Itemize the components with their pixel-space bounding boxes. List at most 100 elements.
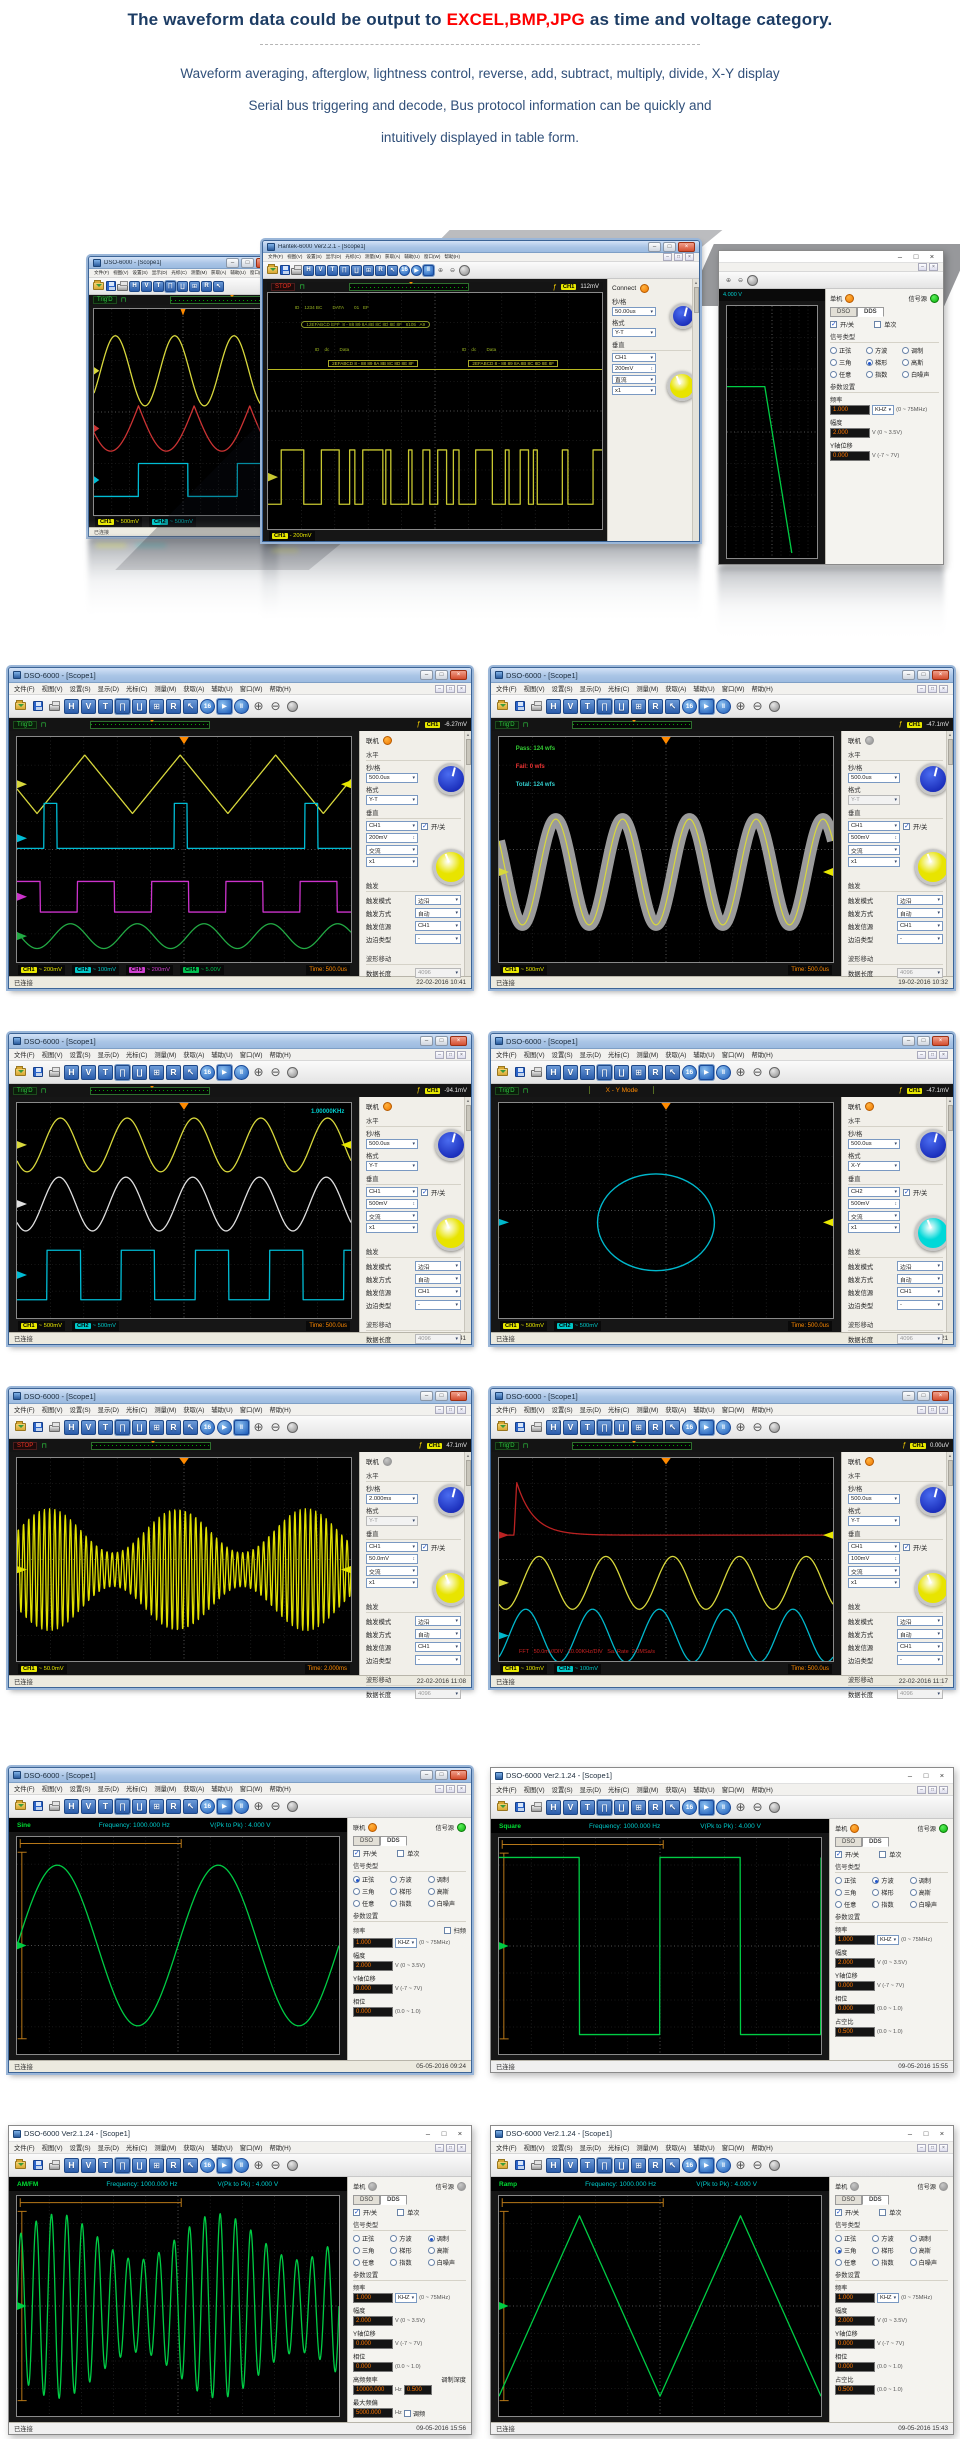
mdi-minimize-button[interactable]: – bbox=[435, 1785, 444, 1793]
ref-wave-icon[interactable]: R bbox=[648, 1420, 663, 1435]
mdi-minimize-button[interactable]: – bbox=[435, 1051, 444, 1059]
zoom-in-icon[interactable]: ⊕ bbox=[251, 699, 266, 714]
menu-item[interactable]: 光标(C) bbox=[608, 684, 629, 693]
play-icon[interactable]: ▶ bbox=[699, 2158, 714, 2173]
cursor-icon[interactable]: ↖ bbox=[183, 1420, 198, 1435]
play-icon[interactable]: ▶ bbox=[217, 699, 232, 714]
maximize-button[interactable]: □ bbox=[909, 252, 923, 262]
duty-value-field[interactable]: 0.500 bbox=[835, 2027, 875, 2037]
channel-badge[interactable]: CH1~ 500mV bbox=[18, 1321, 65, 1331]
output-on-checkbox[interactable] bbox=[830, 321, 837, 328]
radio-button[interactable] bbox=[390, 2259, 397, 2266]
probe-select[interactable]: x1 bbox=[612, 386, 656, 395]
menu-item[interactable]: 视图(V) bbox=[113, 270, 128, 276]
waveform-plot[interactable] bbox=[498, 2195, 822, 2417]
pause-icon[interactable]: ‖ bbox=[716, 699, 731, 714]
menu-item[interactable]: 辅助(U) bbox=[230, 270, 246, 276]
trigger-setup-icon[interactable]: T bbox=[580, 1800, 595, 1815]
horizontal-knob[interactable] bbox=[917, 1484, 949, 1516]
mdi-close-button[interactable]: × bbox=[929, 263, 938, 271]
network-icon[interactable] bbox=[767, 1800, 782, 1815]
waveform-preview-scrollbar[interactable] bbox=[572, 721, 692, 729]
mdi-restore-button[interactable]: □ bbox=[928, 1786, 937, 1794]
menu-item[interactable]: 测量(M) bbox=[365, 254, 381, 260]
menu-item[interactable]: 光标(C) bbox=[608, 1785, 629, 1794]
menu-item[interactable]: 文件(F) bbox=[14, 1784, 35, 1793]
coupling-select[interactable]: 交流 bbox=[848, 845, 900, 855]
trigger-sweep-select[interactable]: 自动 bbox=[897, 1629, 943, 1639]
fit-screen-icon[interactable]: ⊞ bbox=[189, 281, 200, 292]
radio-option[interactable]: 白噪声 bbox=[910, 2258, 947, 2267]
ref-wave-icon[interactable]: R bbox=[648, 2158, 663, 2173]
radio-option[interactable]: 三角 bbox=[830, 358, 866, 367]
menu-item[interactable]: 显示(D) bbox=[580, 1405, 601, 1414]
radio-option[interactable]: 任意 bbox=[353, 1899, 390, 1908]
vertical-setup-icon[interactable]: V bbox=[563, 1800, 578, 1815]
radio-button[interactable] bbox=[910, 2259, 917, 2266]
menu-item[interactable]: 显示(D) bbox=[98, 2143, 119, 2152]
menu-item[interactable]: 帮助(H) bbox=[751, 2143, 772, 2152]
radio-option[interactable]: 高斯 bbox=[902, 358, 938, 367]
sweep-checkbox[interactable] bbox=[444, 1927, 451, 1934]
minimize-button[interactable]: – bbox=[903, 1771, 917, 1781]
radio-button[interactable] bbox=[390, 1876, 397, 1883]
minimize-button[interactable]: – bbox=[648, 242, 661, 252]
zoom-out-icon[interactable]: ⊖ bbox=[750, 2158, 765, 2173]
data-length-value[interactable]: 4096 bbox=[415, 1689, 461, 1699]
cursor-icon[interactable]: ↖ bbox=[183, 2158, 198, 2173]
waveform-preview-scrollbar[interactable] bbox=[90, 721, 210, 729]
menu-item[interactable]: 光标(C) bbox=[126, 1405, 147, 1414]
waveform-preview-scrollbar[interactable] bbox=[572, 1442, 692, 1450]
print-icon[interactable] bbox=[529, 699, 544, 714]
zoom-out-icon[interactable]: ⊖ bbox=[735, 275, 746, 286]
open-icon[interactable] bbox=[495, 1420, 510, 1435]
menu-item[interactable]: 光标(C) bbox=[171, 270, 187, 276]
minimize-button[interactable]: – bbox=[902, 670, 915, 680]
radio-button[interactable] bbox=[390, 2247, 397, 2254]
menu-item[interactable]: 测量(M) bbox=[191, 270, 207, 276]
trigger-mode-select[interactable]: 边沿 bbox=[897, 895, 943, 905]
sec-div-select[interactable]: 500.0us bbox=[848, 1494, 900, 1504]
menu-item[interactable]: 获取(A) bbox=[665, 1785, 686, 1794]
print-icon[interactable] bbox=[291, 265, 302, 276]
zoom-out-icon[interactable]: ⊖ bbox=[750, 699, 765, 714]
freq-unit-select[interactable]: KHZ bbox=[877, 2293, 899, 2303]
tab-dds[interactable]: DDS bbox=[862, 2195, 889, 2205]
fall-edge-icon[interactable]: ∐ bbox=[351, 265, 362, 276]
maximize-button[interactable]: □ bbox=[437, 2129, 451, 2139]
waveform-preview-scrollbar[interactable] bbox=[349, 283, 469, 291]
radio-button[interactable] bbox=[353, 1876, 360, 1883]
probe-select[interactable]: x1 bbox=[848, 1578, 900, 1588]
horizontal-setup-icon[interactable]: H bbox=[546, 1420, 561, 1435]
vertical-scale-spinner[interactable]: 200mV bbox=[612, 364, 656, 373]
freq-value-field[interactable]: 1.000 bbox=[353, 1938, 393, 1948]
menu-item[interactable]: 光标(C) bbox=[126, 684, 147, 693]
vertical-setup-icon[interactable]: V bbox=[141, 281, 152, 292]
format-select[interactable]: Y-T bbox=[366, 1516, 418, 1526]
trigger-sweep-select[interactable]: 自动 bbox=[415, 1274, 461, 1284]
fall-edge-icon[interactable]: ∐ bbox=[614, 699, 629, 714]
trigger-source-select[interactable]: CH1 bbox=[897, 1642, 943, 1652]
open-icon[interactable] bbox=[93, 281, 104, 292]
rise-edge-icon[interactable]: ∏ bbox=[597, 1420, 612, 1435]
radio-button[interactable] bbox=[428, 1900, 435, 1907]
cursor-icon[interactable]: ↖ bbox=[665, 699, 680, 714]
probe-select[interactable]: x1 bbox=[366, 1223, 418, 1233]
menu-item[interactable]: 视图(V) bbox=[42, 1405, 63, 1414]
mdi-minimize-button[interactable]: – bbox=[435, 685, 444, 693]
pause-icon[interactable]: ‖ bbox=[234, 699, 249, 714]
radio-option[interactable]: 方波 bbox=[872, 1876, 909, 1885]
menu-item[interactable]: 辅助(U) bbox=[693, 1050, 714, 1059]
ref-wave-icon[interactable]: R bbox=[166, 1065, 181, 1080]
play-icon[interactable]: ▶ bbox=[217, 1799, 232, 1814]
network-icon[interactable] bbox=[767, 2158, 782, 2173]
radio-button[interactable] bbox=[910, 1889, 917, 1896]
save-icon[interactable] bbox=[512, 699, 527, 714]
menu-item[interactable]: 窗口(W) bbox=[240, 1784, 263, 1793]
menu-item[interactable]: 测量(M) bbox=[154, 1405, 176, 1414]
panel-scrollbar[interactable] bbox=[464, 1452, 471, 1675]
menu-item[interactable]: 显示(D) bbox=[98, 1050, 119, 1059]
auto-set-icon[interactable]: 16 bbox=[399, 265, 410, 276]
save-icon[interactable] bbox=[30, 1420, 45, 1435]
freq-value-field[interactable]: 1.000 bbox=[835, 2293, 875, 2303]
